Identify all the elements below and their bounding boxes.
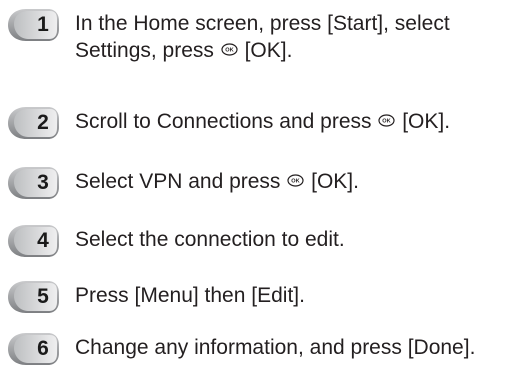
step-instruction: Press [Menu] then [Edit]. — [75, 284, 305, 307]
svg-text:OK: OK — [292, 179, 300, 185]
step-2-text-after: [OK]. — [402, 110, 451, 133]
ok-button-icon: OK — [378, 114, 395, 127]
step-number-badge: 3 — [4, 166, 60, 200]
svg-text:OK: OK — [225, 48, 233, 54]
step-number: 1 — [37, 13, 49, 36]
step-number-badge: 1 — [4, 8, 60, 42]
step-number: 2 — [37, 111, 49, 134]
step-1-line2-after: [OK]. — [244, 39, 293, 62]
step-number-badge: 6 — [4, 332, 60, 366]
step-instruction: In the Home screen, press [Start], selec… — [75, 10, 527, 64]
svg-text:OK: OK — [383, 119, 391, 125]
step-number-badge: 5 — [4, 280, 60, 314]
step-instruction: Change any information, and press [Done]… — [75, 336, 476, 359]
step-1-line2-before: Settings, press — [75, 39, 214, 62]
step-2-text-before: Scroll to Connections and press — [75, 110, 372, 133]
step-number: 4 — [37, 229, 49, 252]
step-number: 3 — [37, 171, 49, 194]
step-number: 6 — [37, 337, 49, 360]
ok-button-icon: OK — [287, 174, 304, 187]
step-3-text-after: [OK]. — [311, 170, 359, 193]
step-instruction: Scroll to Connections and press OK [OK]. — [75, 108, 527, 135]
step-number-badge: 4 — [4, 224, 60, 258]
ok-button-icon: OK — [221, 43, 238, 56]
step-1-line1: In the Home screen, press [Start], selec… — [75, 12, 450, 35]
step-number: 5 — [37, 285, 49, 308]
step-instruction: Select the connection to edit. — [75, 228, 345, 251]
step-3-text-before: Select VPN and press — [75, 170, 281, 193]
step-number-badge: 2 — [4, 106, 60, 140]
step-instruction: Select VPN and press OK [OK]. — [75, 168, 527, 195]
